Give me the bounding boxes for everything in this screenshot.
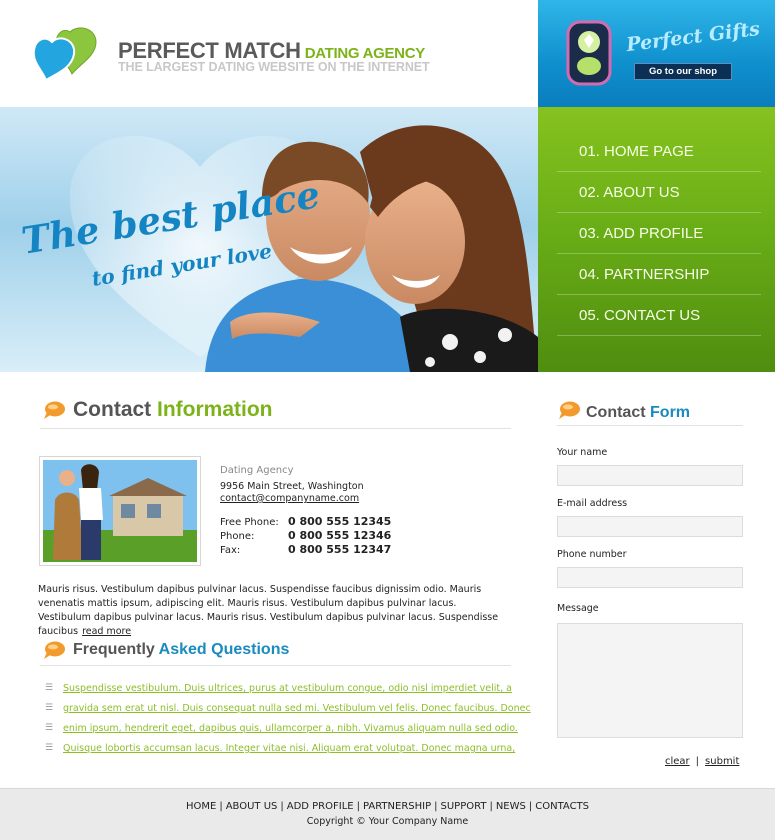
- contact-form-title-b: Form: [650, 404, 691, 421]
- speech-bubble-icon: [559, 401, 580, 419]
- section-divider: [40, 428, 511, 429]
- contact-form-title-a: Contact: [586, 404, 646, 421]
- nav-link-home[interactable]: 01. HOME PAGE: [557, 131, 761, 172]
- list-bullet-icon: ☰: [45, 683, 54, 693]
- nav-item-add-profile: 03. ADD PROFILE: [557, 213, 761, 254]
- hero-banner: The best place to find your love: [0, 107, 538, 372]
- footer-link-add-profile[interactable]: ADD PROFILE: [287, 801, 354, 812]
- phone-field[interactable]: [557, 567, 743, 588]
- phone-row: Phone: 0 800 555 12346: [220, 529, 391, 542]
- faq-item: ☰ gravida sem erat ut nisl. Duis consequa…: [45, 702, 531, 722]
- nav-item-about: 02. ABOUT US: [557, 172, 761, 213]
- phone-label: Phone number: [557, 549, 627, 560]
- contact-description: Mauris risus. Vestibulum dapibus pulvina…: [38, 583, 510, 639]
- email-label: E-mail address: [557, 498, 628, 509]
- footer-separator: |: [489, 801, 493, 812]
- contact-form-title: Contact Form: [586, 404, 690, 422]
- nav-link-partnership[interactable]: 04. PARTNERSHIP: [557, 254, 761, 295]
- footer-link-home[interactable]: HOME: [186, 801, 216, 812]
- section-divider: [557, 425, 743, 426]
- name-field[interactable]: [557, 465, 743, 486]
- contact-info-title-b: Information: [157, 398, 273, 421]
- footer-separator: |: [280, 801, 284, 812]
- speech-bubble-icon: [44, 401, 65, 419]
- email-link[interactable]: contact@companyname.com: [220, 493, 359, 504]
- contact-info-title-a: Contact: [73, 398, 152, 421]
- fax-row: Fax: 0 800 555 12347: [220, 543, 391, 556]
- message-label: Message: [557, 603, 599, 614]
- submit-button[interactable]: submit: [705, 756, 739, 767]
- faq-list: ☰ Suspendisse vestibulum. Duis ultrices, …: [45, 682, 531, 762]
- footer-separator: |: [528, 801, 533, 812]
- gift-box-icon: [566, 20, 612, 86]
- nav-item-partnership: 04. PARTNERSHIP: [557, 254, 761, 295]
- footer-separator: |: [219, 801, 223, 812]
- free-phone-row: Free Phone: 0 800 555 12345: [220, 515, 391, 528]
- form-actions: clear | submit: [665, 756, 739, 767]
- gifts-title: Perfect Gifts: [625, 17, 762, 57]
- two-hearts-icon[interactable]: [30, 26, 104, 84]
- footer-link-support[interactable]: SUPPORT: [441, 801, 487, 812]
- email-field[interactable]: [557, 516, 743, 537]
- nav-link-add-profile[interactable]: 03. ADD PROFILE: [557, 213, 761, 254]
- footer-separator: |: [356, 801, 360, 812]
- logo-area: PERFECT MATCH DATING AGENCY THE LARGEST D…: [0, 0, 538, 107]
- name-label: Your name: [557, 447, 608, 458]
- agency-photo: [39, 456, 201, 566]
- couple-photo: [43, 460, 197, 562]
- site-footer: HOME | ABOUT US | ADD PROFILE | PARTNERSHIP | SU…: [0, 788, 775, 840]
- faq-item: ☰ Suspendisse vestibulum. Duis ultrices, …: [45, 682, 515, 702]
- phone-number: 0 800 555 12346: [288, 529, 392, 542]
- faq-item: ☰ Quisque lobortis accumsan lacus. Intege…: [45, 742, 515, 762]
- footer-link-news[interactable]: NEWS: [496, 801, 526, 812]
- action-separator: |: [695, 756, 700, 767]
- faq-title: Frequently Asked Questions: [73, 641, 289, 659]
- nav-item-contact: 05. CONTACT US: [557, 295, 761, 336]
- main-nav: 01. HOME PAGE 02. ABOUT US 03. ADD PROFI…: [538, 107, 775, 372]
- fax-label: Fax:: [220, 545, 241, 556]
- fax-number: 0 800 555 12347: [288, 543, 392, 556]
- gifts-banner: Perfect Gifts Go to our shop: [538, 0, 775, 107]
- footer-link-partnership[interactable]: PARTNERSHIP: [363, 801, 431, 812]
- contact-info-title: Contact Information: [73, 398, 273, 422]
- nav-link-about[interactable]: 02. ABOUT US: [557, 172, 761, 213]
- brand-tagline: THE LARGEST DATING WEBSITE ON THE INTERN…: [118, 60, 430, 74]
- phone-label: Phone:: [220, 531, 255, 542]
- footer-link-contacts[interactable]: CONTACTS: [535, 801, 589, 812]
- street-address: 9956 Main Street, Washington: [220, 481, 364, 492]
- list-bullet-icon: ☰: [45, 743, 54, 753]
- free-phone-number: 0 800 555 12345: [288, 515, 392, 528]
- faq-link[interactable]: enim ipsum, hendrerit eget, dapibus quis…: [63, 723, 518, 734]
- footer-link-about[interactable]: ABOUT US: [226, 801, 278, 812]
- nav-list: 01. HOME PAGE 02. ABOUT US 03. ADD PROFI…: [538, 107, 775, 336]
- site-header: PERFECT MATCH DATING AGENCY THE LARGEST D…: [0, 0, 775, 107]
- message-field[interactable]: [557, 623, 743, 738]
- footer-separator: |: [434, 801, 438, 812]
- faq-link[interactable]: Quisque lobortis accumsan lacus. Integer…: [63, 743, 515, 754]
- faq-title-a: Frequently: [73, 641, 155, 658]
- faq-title-b: Asked Questions: [158, 641, 290, 658]
- section-divider: [40, 665, 511, 666]
- nav-link-contact[interactable]: 05. CONTACT US: [557, 295, 761, 336]
- list-bullet-icon: ☰: [45, 723, 54, 733]
- faq-link[interactable]: gravida sem erat ut nisl. Duis consequat…: [63, 703, 531, 714]
- faq-item: ☰ enim ipsum, hendrerit eget, dapibus qui…: [45, 722, 518, 742]
- list-bullet-icon: ☰: [45, 703, 54, 713]
- faq-link[interactable]: Suspendisse vestibulum. Duis ultrices, p…: [63, 683, 512, 694]
- free-phone-label: Free Phone:: [220, 517, 279, 528]
- footer-nav: HOME | ABOUT US | ADD PROFILE | PARTNERSHIP | SU…: [0, 801, 775, 812]
- read-more-link[interactable]: read more: [82, 626, 131, 637]
- speech-bubble-icon: [44, 641, 65, 659]
- nav-item-home: 01. HOME PAGE: [557, 131, 761, 172]
- clear-button[interactable]: clear: [665, 756, 690, 767]
- agency-label: Dating Agency: [220, 465, 294, 476]
- shop-button[interactable]: Go to our shop: [634, 63, 732, 80]
- copyright: Copyright © Your Company Name: [306, 816, 469, 827]
